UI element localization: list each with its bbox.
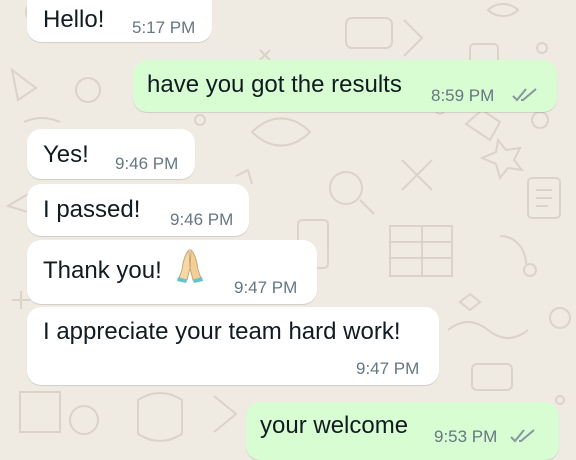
message-bubble-incoming[interactable]: Thank you! 9:47 PM (27, 240, 317, 304)
message-text: have you got the results (147, 71, 402, 98)
message-time: 9:53 PM (434, 427, 498, 446)
message-time: 9:47 PM (356, 359, 420, 378)
message-time: 9:46 PM (115, 154, 179, 173)
message-time: 5:17 PM (132, 18, 196, 37)
message-text: I passed! (43, 196, 141, 223)
message-bubble-outgoing[interactable]: have you got the results 8:59 PM (133, 60, 557, 112)
message-text: Hello! (43, 6, 105, 33)
message-bubble-outgoing[interactable]: your welcome 9:53 PM (246, 402, 559, 460)
message-bubble-incoming[interactable]: I passed! 9:46 PM (27, 184, 249, 236)
message-bubble-incoming[interactable]: I appreciate your team hard work! 9:47 P… (27, 307, 439, 385)
message-bubble-incoming[interactable]: Hello! 5:17 PM (27, 0, 212, 42)
message-text: Thank you! (43, 257, 162, 284)
folded-hands-icon (177, 248, 203, 283)
message-text: your welcome (260, 412, 409, 439)
message-bubble-incoming[interactable]: Yes! 9:46 PM (27, 129, 195, 179)
message-text: I appreciate your team hard work! (43, 318, 401, 345)
double-check-icon (512, 88, 537, 102)
message-time: 9:47 PM (234, 278, 298, 297)
message-text: Yes! (43, 141, 89, 168)
message-time: 9:46 PM (170, 210, 234, 229)
message-time: 8:59 PM (431, 86, 495, 105)
double-check-icon (510, 429, 535, 443)
